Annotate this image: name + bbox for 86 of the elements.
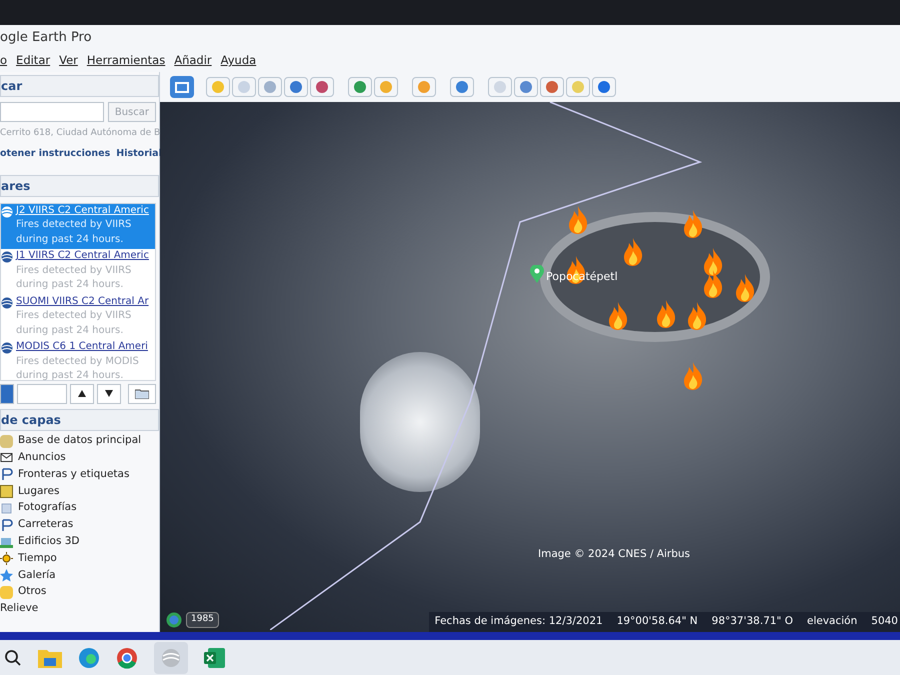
envelope-icon <box>0 451 13 464</box>
spreadsheet-icon[interactable] <box>204 646 226 668</box>
building-icon <box>0 535 13 548</box>
flame-icon <box>701 247 725 277</box>
pushpin-icon <box>0 518 13 532</box>
panel-toggle-button[interactable] <box>0 384 14 404</box>
layer-item[interactable]: Otros <box>18 584 46 600</box>
place-description: Fires detected by VIIRS during past 24 hours. <box>16 218 132 247</box>
ruler-button[interactable] <box>450 77 474 97</box>
layer-item[interactable]: Tiempo <box>18 550 57 567</box>
panel-header[interactable]: ares <box>0 174 159 197</box>
star-icon <box>0 569 13 582</box>
overlay-button[interactable] <box>284 77 308 97</box>
image-attribution: Image © 2024 CNES / Airbus <box>538 547 690 562</box>
status-text: 19°00'58.64" N <box>616 614 698 630</box>
tour-button[interactable] <box>310 77 334 97</box>
folder-icon[interactable] <box>38 648 62 668</box>
flame-icon <box>654 299 678 329</box>
place-description: Fires detected by VIIRS during past 24 hours. <box>16 309 132 338</box>
browser-icon[interactable] <box>78 646 100 668</box>
sidebar-toggle-button[interactable] <box>170 76 194 98</box>
place-title[interactable]: J2 VIIRS C2 Central Americ <box>16 204 155 218</box>
menu-item[interactable]: Añadir <box>174 52 212 70</box>
toolbar-field[interactable] <box>17 384 67 404</box>
placemark-pin-icon <box>530 265 544 283</box>
flame-icon <box>566 205 590 235</box>
year-label[interactable]: 1985 <box>186 612 219 628</box>
layer-item[interactable]: Edificios 3D <box>18 534 80 550</box>
panel-header[interactable]: de capas <box>0 408 159 431</box>
globe-icon <box>161 648 181 668</box>
place-title[interactable]: MODIS C6 1 Central Ameri <box>16 340 155 355</box>
link[interactable]: otener instrucciones <box>0 146 110 161</box>
move-down-button[interactable] <box>97 384 121 404</box>
layer-item[interactable]: Anuncios <box>18 450 66 466</box>
taskbar-app-button[interactable] <box>154 642 188 674</box>
flame-icon <box>681 209 705 239</box>
history-button[interactable] <box>348 77 372 97</box>
flame-icon <box>701 269 725 299</box>
photo-icon <box>2 503 12 514</box>
status-text: Fechas de imágenes: 12/3/2021 <box>434 614 603 630</box>
window-title: ogle Earth Pro <box>0 28 93 47</box>
menu-item[interactable]: Editar <box>16 52 50 70</box>
place-title[interactable]: SUOMI VIIRS C2 Central Ar <box>16 294 155 310</box>
panel-header[interactable]: car <box>0 75 159 97</box>
down-arrow-icon <box>105 390 113 398</box>
place-description: Fires detected by VIIRS during past 24 hours. <box>16 264 132 292</box>
menu-item[interactable]: o <box>0 52 8 70</box>
planet-button[interactable] <box>412 77 436 97</box>
up-arrow-icon <box>78 390 86 398</box>
globe-button[interactable] <box>592 77 616 97</box>
note-icon <box>0 586 13 599</box>
menu-item[interactable]: Ver <box>59 52 78 70</box>
clock-icon[interactable] <box>166 612 182 628</box>
menu-item[interactable]: Herramientas <box>86 52 166 70</box>
pushpin-icon <box>0 468 13 482</box>
flame-icon <box>685 301 709 331</box>
link[interactable]: Historial <box>116 146 162 161</box>
folder-button[interactable] <box>128 384 156 404</box>
sun-icon <box>0 552 13 566</box>
place-title[interactable]: J1 VIIRS C2 Central Americ <box>16 249 155 264</box>
search-icon[interactable] <box>4 648 22 666</box>
browser-icon[interactable] <box>116 646 138 668</box>
status-text: 5040 <box>871 614 898 630</box>
layer-item[interactable]: Relieve <box>0 601 38 617</box>
flame-icon <box>681 361 705 391</box>
print-button[interactable] <box>514 77 538 97</box>
move-up-button[interactable] <box>70 384 94 404</box>
flame-icon <box>621 237 645 267</box>
path-button[interactable] <box>258 77 282 97</box>
search-field[interactable] <box>0 102 104 122</box>
layer-item[interactable]: Base de datos principal <box>18 433 142 450</box>
flame-icon <box>606 301 630 331</box>
square-icon <box>0 485 13 498</box>
layer-item[interactable]: Carreteras <box>18 517 74 533</box>
status-text: elevación <box>807 614 858 630</box>
place-item[interactable]: J2 VIIRS C2 Central Americ Fires detected by VIIRS during past 24 hours. <box>1 204 155 250</box>
database-icon <box>0 434 13 448</box>
status-text: 98°37'38.71" O <box>712 614 793 630</box>
menu-item[interactable]: Ayuda <box>220 52 256 70</box>
flame-icon <box>733 273 757 303</box>
layer-item[interactable]: Lugares <box>18 484 60 500</box>
image-button[interactable] <box>540 77 564 97</box>
layer-item[interactable]: Fotografías <box>18 500 77 516</box>
layer-item[interactable]: Galería <box>18 568 56 584</box>
layer-item[interactable]: Fronteras y etiquetas <box>18 466 130 483</box>
folder-icon <box>135 388 149 399</box>
